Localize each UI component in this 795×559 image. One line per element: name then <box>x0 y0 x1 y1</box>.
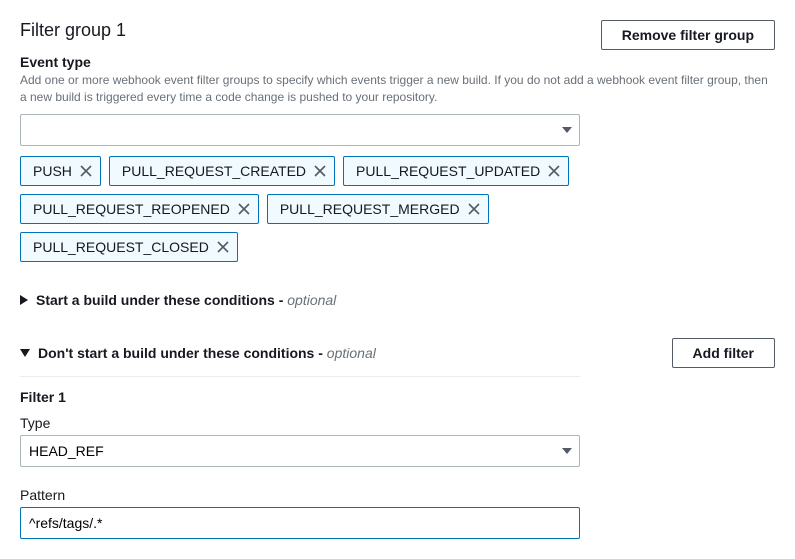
dont-start-conditions-toggle[interactable]: Don't start a build under these conditio… <box>20 339 580 367</box>
close-icon[interactable] <box>217 241 229 253</box>
close-icon[interactable] <box>314 165 326 177</box>
dont-start-conditions-title: Don't start a build under these conditio… <box>38 345 376 361</box>
filter-group-title: Filter group 1 <box>20 20 126 41</box>
event-type-token: PULL_REQUEST_REOPENED <box>20 194 259 224</box>
event-type-token: PUSH <box>20 156 101 186</box>
close-icon[interactable] <box>80 165 92 177</box>
close-icon[interactable] <box>468 203 480 215</box>
start-conditions-toggle[interactable]: Start a build under these conditions - o… <box>20 286 580 314</box>
remove-filter-group-button[interactable]: Remove filter group <box>601 20 775 50</box>
token-label: PULL_REQUEST_MERGED <box>280 201 460 217</box>
event-type-token: PULL_REQUEST_MERGED <box>267 194 489 224</box>
filter-type-select[interactable]: HEAD_REF <box>20 435 580 467</box>
event-type-select[interactable] <box>20 114 580 146</box>
type-field-label: Type <box>20 415 775 431</box>
add-filter-button[interactable]: Add filter <box>672 338 775 368</box>
section-divider <box>20 376 580 377</box>
event-type-token: PULL_REQUEST_UPDATED <box>343 156 569 186</box>
token-label: PULL_REQUEST_CLOSED <box>33 239 209 255</box>
filter-heading: Filter 1 <box>20 389 775 405</box>
event-type-token: PULL_REQUEST_CREATED <box>109 156 335 186</box>
event-type-tokens: PUSH PULL_REQUEST_CREATED PULL_REQUEST_UPD… <box>20 156 580 262</box>
close-icon[interactable] <box>238 203 250 215</box>
event-type-token: PULL_REQUEST_CLOSED <box>20 232 238 262</box>
close-icon[interactable] <box>548 165 560 177</box>
pattern-field-label: Pattern <box>20 487 775 503</box>
caret-right-icon <box>20 295 28 305</box>
token-label: PUSH <box>33 163 72 179</box>
token-label: PULL_REQUEST_CREATED <box>122 163 306 179</box>
caret-down-icon <box>20 349 30 357</box>
token-label: PULL_REQUEST_REOPENED <box>33 201 230 217</box>
event-type-label: Event type <box>20 54 775 70</box>
token-label: PULL_REQUEST_UPDATED <box>356 163 540 179</box>
start-conditions-title: Start a build under these conditions - o… <box>36 292 336 308</box>
pattern-input[interactable] <box>20 507 580 539</box>
event-type-help: Add one or more webhook event filter gro… <box>20 72 775 106</box>
